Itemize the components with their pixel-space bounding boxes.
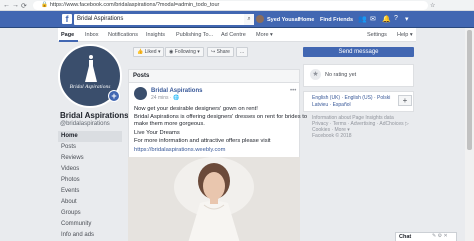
post-photo[interactable]: [128, 157, 300, 241]
post-time-text: 24 mins: [151, 95, 169, 101]
tab-insights[interactable]: Insights: [146, 32, 165, 38]
tab-more[interactable]: More ▾: [256, 32, 273, 38]
share-label: Share: [216, 49, 230, 55]
sidebar-item-posts[interactable]: Posts: [58, 142, 122, 153]
sidebar-item-photos[interactable]: Photos: [58, 175, 122, 186]
address-text: https://www.facebook.com/bridalaspiratio…: [49, 2, 220, 8]
user-avatar[interactable]: [256, 15, 264, 23]
help-link-label: Help: [397, 32, 409, 38]
facebook-logo-icon[interactable]: f: [62, 14, 72, 24]
tab-more-label: More: [256, 32, 269, 38]
footer-copyright: Facebook © 2018: [312, 133, 352, 139]
like-thumb-icon: 👍: [137, 49, 144, 55]
sidebar-item-about[interactable]: About: [58, 197, 122, 208]
settings-link[interactable]: Settings: [367, 32, 387, 38]
bride-silhouette-icon: [85, 55, 97, 82]
tab-page[interactable]: Page: [61, 32, 74, 38]
sidebar-item-groups[interactable]: Groups: [58, 208, 122, 219]
send-message-button[interactable]: Send message: [303, 47, 414, 57]
post-timestamp[interactable]: 24 mins · 🌐: [151, 95, 179, 101]
scrollbar-thumb[interactable]: [467, 30, 472, 150]
post-text-line: Bridal Aspirations is offering designers…: [134, 114, 308, 120]
posts-header: Posts: [128, 69, 300, 83]
tab-ad-centre[interactable]: Ad Centre: [221, 32, 246, 38]
sidebar-item-reviews[interactable]: Reviews: [58, 153, 122, 164]
language-links-line[interactable]: Latvieu · Español: [312, 102, 351, 108]
bookmark-star-icon[interactable]: ☆: [430, 2, 435, 9]
bride-photo-illustration: [128, 157, 300, 241]
tab-inbox[interactable]: Inbox: [85, 32, 98, 38]
sidebar-item-events[interactable]: Events: [58, 186, 122, 197]
chat-tab[interactable]: Chat: [395, 232, 457, 241]
tab-notifications[interactable]: Notifications: [108, 32, 138, 38]
share-arrow-icon: ↪: [211, 49, 216, 55]
following-button[interactable]: ◉ Following ▾: [165, 47, 204, 57]
post-options-icon[interactable]: •••: [290, 88, 296, 94]
page-handle[interactable]: @bridalaspirations: [60, 121, 110, 127]
notifications-icon[interactable]: 🔔: [382, 15, 391, 23]
messenger-icon[interactable]: ✉: [370, 15, 376, 23]
search-icon[interactable]: ⌕: [244, 14, 254, 25]
post-text-line: Now get your desirable designers' gown o…: [134, 106, 258, 112]
update-photo-plus-icon[interactable]: +: [108, 90, 120, 102]
browser-url-bar: ← → ⟳ 🔒 https://www.facebook.com/bridalas…: [0, 0, 474, 11]
search-input[interactable]: Bridal Aspirations: [74, 14, 244, 25]
user-name-link[interactable]: Syed Yousaf: [267, 17, 300, 23]
reload-icon[interactable]: ⟳: [21, 2, 27, 10]
friend-requests-icon[interactable]: 👥: [358, 15, 367, 23]
add-language-button[interactable]: +: [398, 95, 412, 106]
globe-icon: 🌐: [172, 95, 180, 101]
back-icon[interactable]: ←: [3, 2, 10, 9]
account-menu-icon[interactable]: ▾: [405, 15, 409, 23]
sidebar-item-videos[interactable]: Videos: [58, 164, 122, 175]
more-options-button[interactable]: ...: [236, 47, 249, 57]
forward-icon[interactable]: →: [12, 2, 19, 9]
rss-icon: ◉: [169, 49, 174, 55]
post-author-name[interactable]: Bridal Aspirations: [151, 88, 202, 94]
help-link[interactable]: Help ▾: [397, 32, 413, 38]
find-friends-link[interactable]: Find Friends: [320, 17, 353, 23]
following-label: Following: [174, 49, 196, 55]
liked-label: Liked: [144, 49, 157, 55]
lock-icon: 🔒: [41, 2, 48, 8]
sidebar-item-home[interactable]: Home: [58, 131, 122, 142]
address-field[interactable]: 🔒 https://www.facebook.com/bridalaspirati…: [33, 1, 428, 10]
rating-text: No rating yet: [325, 72, 357, 78]
sidebar-item-info-and-ads[interactable]: Info and ads: [58, 230, 122, 241]
post-text-line: Live Your Dreams: [134, 130, 180, 136]
star-rating-icon: ★: [310, 69, 321, 80]
post-author-avatar[interactable]: [134, 87, 147, 100]
tab-publishing-tools[interactable]: Publishing To...: [176, 32, 213, 38]
liked-button[interactable]: 👍 Liked ▾: [133, 47, 165, 57]
post-text-line: For more information and attractive offe…: [134, 138, 271, 144]
help-icon[interactable]: ?: [394, 15, 398, 22]
share-button[interactable]: ↪ Share: [207, 47, 234, 57]
chat-options-icons[interactable]: ✎ ⚙ ✕: [432, 233, 448, 239]
page-title: Bridal Aspirations: [60, 111, 129, 120]
home-link[interactable]: Home: [299, 17, 314, 23]
post-link[interactable]: https://bridalaspirations.weebly.com: [134, 147, 225, 153]
page-logo-text: Bridal Aspirations: [69, 84, 111, 90]
sidebar-item-community[interactable]: Community: [58, 219, 122, 230]
active-tab-indicator: [59, 40, 78, 42]
language-links-line[interactable]: English (UK) · English (US) · Polski: [312, 95, 390, 101]
post-text-line: make them more gorgeous.: [134, 121, 205, 127]
